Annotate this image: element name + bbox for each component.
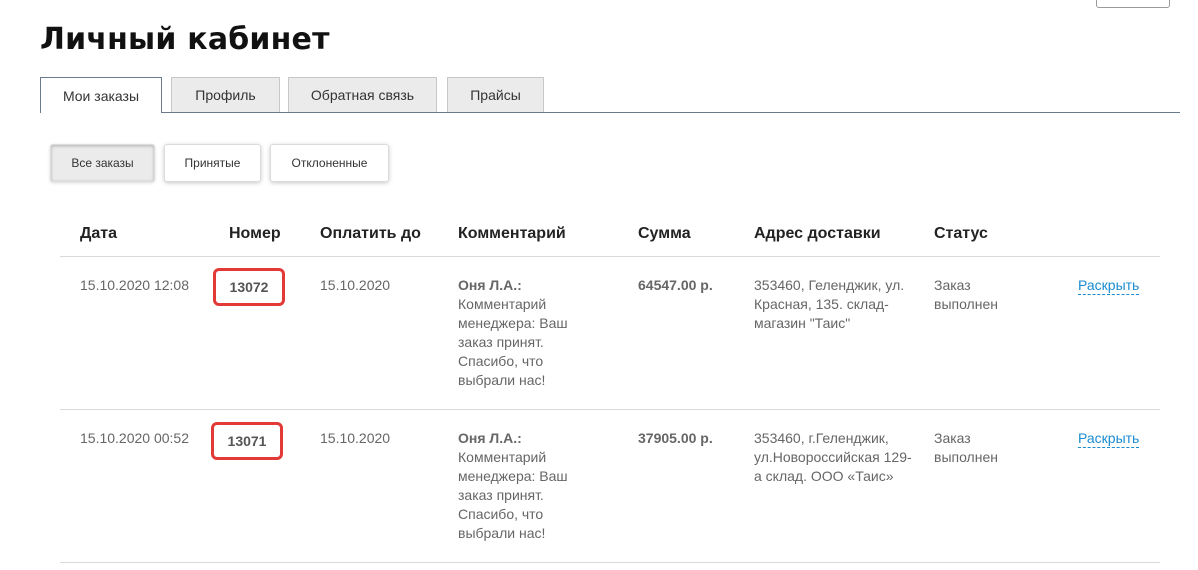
tabs-divider xyxy=(40,112,1180,113)
order-sum: 64547.00 р. xyxy=(638,277,713,293)
order-address: 353460, г.Геленджик, ул.Новороссийская 1… xyxy=(754,430,912,484)
column-header-date: Дата xyxy=(80,225,118,242)
filter-rejected-button[interactable]: Отклоненные xyxy=(270,144,389,182)
column-header-number: Номер xyxy=(229,225,281,242)
row-divider xyxy=(60,409,1160,410)
column-header-pay-until: Оплатить до xyxy=(320,225,421,242)
expand-order-link[interactable]: Раскрыть xyxy=(1078,276,1140,295)
order-number: 13071 xyxy=(211,422,283,460)
comment-author: Оня Л.А.: xyxy=(458,430,522,446)
top-right-button[interactable] xyxy=(1096,0,1170,8)
row-divider xyxy=(60,562,1160,563)
order-sum: 37905.00 р. xyxy=(638,430,713,446)
filter-accepted-button[interactable]: Принятые xyxy=(164,144,261,182)
order-status: Заказ выполнен xyxy=(934,430,998,465)
expand-order-link[interactable]: Раскрыть xyxy=(1078,429,1140,448)
order-address: 353460, Геленджик, ул. Красная, 135. скл… xyxy=(754,277,905,331)
order-comment: Оня Л.А.: Комментарий менеджера: Ваш зак… xyxy=(458,276,598,390)
comment-text: Комментарий менеджера: Ваш заказ принят.… xyxy=(458,296,568,388)
column-header-comment: Комментарий xyxy=(458,225,566,242)
page-title: Личный кабинет xyxy=(40,22,330,57)
tab-feedback[interactable]: Обратная связь xyxy=(288,77,437,112)
column-header-sum: Сумма xyxy=(638,225,691,242)
tab-my-orders[interactable]: Мои заказы xyxy=(40,77,162,113)
column-header-address: Адрес доставки xyxy=(754,225,881,242)
order-date: 15.10.2020 00:52 xyxy=(80,430,189,446)
order-status: Заказ выполнен xyxy=(934,277,998,312)
column-header-status: Статус xyxy=(934,225,988,242)
order-comment: Оня Л.А.: Комментарий менеджера: Ваш зак… xyxy=(458,429,598,543)
comment-text: Комментарий менеджера: Ваш заказ принят.… xyxy=(458,449,568,541)
order-pay-until: 15.10.2020 xyxy=(320,277,391,293)
comment-author: Оня Л.А.: xyxy=(458,277,522,293)
header-divider xyxy=(60,256,1160,257)
tab-profile[interactable]: Профиль xyxy=(171,77,280,112)
order-pay-until: 15.10.2020 xyxy=(320,430,391,446)
order-number: 13072 xyxy=(213,268,285,306)
filter-all-orders-button[interactable]: Все заказы xyxy=(50,144,155,182)
tab-price-lists[interactable]: Прайсы xyxy=(447,77,544,112)
order-date: 15.10.2020 12:08 xyxy=(80,277,189,293)
